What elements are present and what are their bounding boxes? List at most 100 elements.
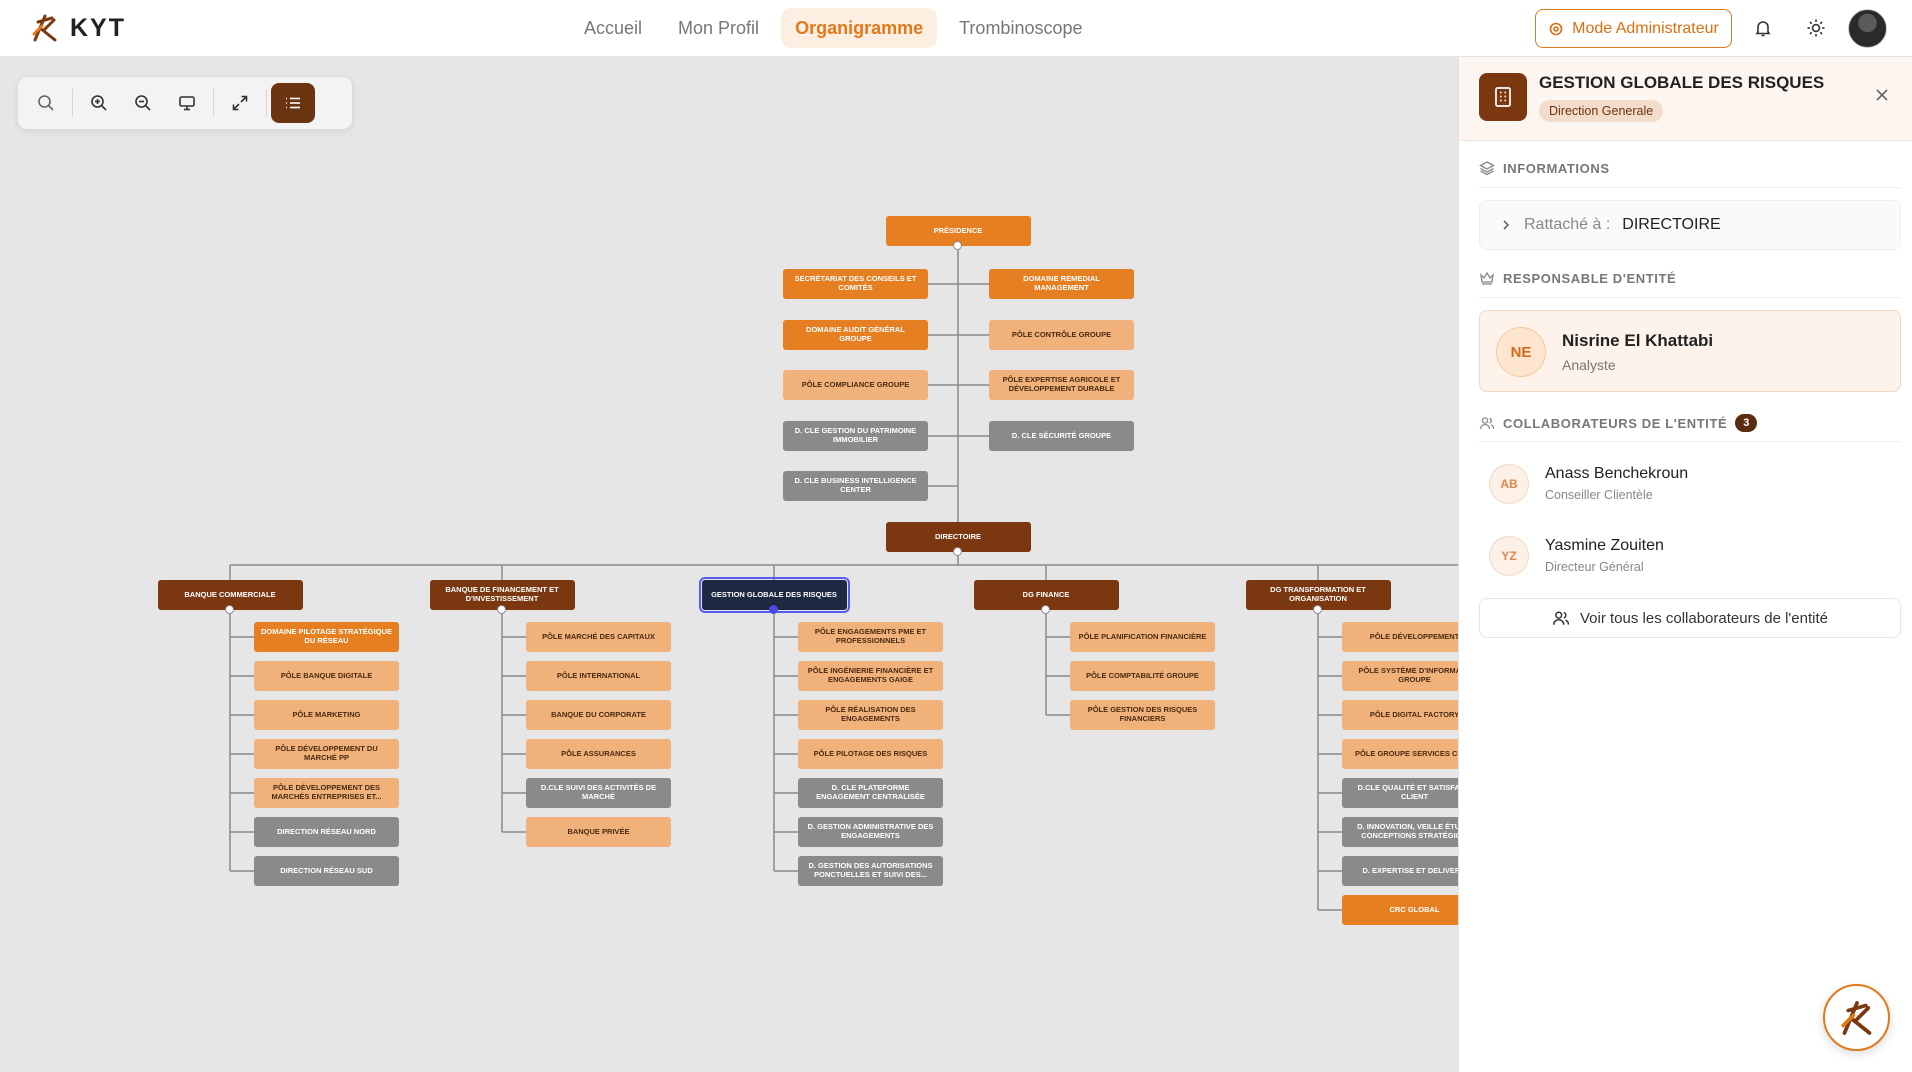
- org-node[interactable]: Pôle International: [526, 661, 671, 691]
- list-view-button[interactable]: [271, 83, 315, 123]
- org-node[interactable]: CRC Global: [1342, 895, 1458, 925]
- collaborator-name: Yasmine Zouiten: [1545, 537, 1664, 554]
- zoom-in-button[interactable]: [77, 83, 121, 123]
- tab-accueil[interactable]: Accueil: [570, 8, 656, 48]
- assistant-fab-button[interactable]: [1823, 984, 1890, 1051]
- crown-icon: [1480, 271, 1494, 285]
- collaborator-item[interactable]: AB Anass Benchekroun Conseiller Clientèl…: [1479, 454, 1901, 514]
- section-divider: [1479, 187, 1901, 188]
- section-collaborateurs: COLLABORATEURS DE L'ENTITÉ 3: [1479, 414, 1758, 432]
- collaborator-role: Directeur Général: [1545, 560, 1644, 574]
- expand-toggle[interactable]: [769, 605, 778, 614]
- users-icon: [1479, 417, 1495, 430]
- org-node[interactable]: Pôle Système d'Informat... Groupe: [1342, 661, 1458, 691]
- section-informations: INFORMATIONS: [1479, 160, 1610, 176]
- org-node[interactable]: D. CLE Sécurité Groupe: [989, 421, 1134, 451]
- manager-avatar: NE: [1496, 327, 1546, 377]
- org-node[interactable]: Pôle Assurances: [526, 739, 671, 769]
- org-node[interactable]: Pôle Gestion des Risques Financiers: [1070, 700, 1215, 730]
- expand-toggle[interactable]: [953, 241, 962, 250]
- tab-organigramme[interactable]: Organigramme: [781, 8, 938, 48]
- org-node[interactable]: Pôle Banque Digitale: [254, 661, 399, 691]
- panel-header: GESTION GLOBALE DES RISQUES Direction Ge…: [1459, 57, 1912, 141]
- zoom-out-button[interactable]: [121, 83, 165, 123]
- org-node[interactable]: Banque Privée: [526, 817, 671, 847]
- close-icon[interactable]: [1872, 85, 1892, 105]
- org-chart-canvas[interactable]: Présidence Secrétariat des Conseils et Co…: [0, 57, 1458, 1072]
- org-node[interactable]: D.CLE Suivi des Activités de Marché: [526, 778, 671, 808]
- org-node[interactable]: D. Gestion des Autorisations Ponctuelles…: [798, 856, 943, 886]
- search-button[interactable]: [24, 83, 68, 123]
- expand-toggle[interactable]: [953, 547, 962, 556]
- parent-entity-row[interactable]: Rattaché à : DIRECTOIRE: [1479, 200, 1901, 250]
- fit-screen-button[interactable]: [165, 83, 209, 123]
- admin-mode-button[interactable]: Mode Administrateur: [1535, 9, 1732, 48]
- collaborator-item[interactable]: YZ Yasmine Zouiten Directeur Général: [1479, 526, 1901, 586]
- org-node[interactable]: Domaine Remedial Management: [989, 269, 1134, 299]
- toolbar-divider: [72, 89, 73, 117]
- expand-toggle[interactable]: [1041, 605, 1050, 614]
- entity-type-badge: Direction Generale: [1539, 100, 1664, 122]
- org-node[interactable]: Pôle Engagements PME et Professionnels: [798, 622, 943, 652]
- org-node[interactable]: D. Innovation, Veille Étud... Conception…: [1342, 817, 1458, 847]
- manager-name: Nisrine El Khattabi: [1562, 331, 1714, 350]
- admin-mode-label: Mode Administrateur: [1572, 19, 1719, 37]
- org-node[interactable]: Pôle Groupe Services Cen...: [1342, 739, 1458, 769]
- building-icon: [1479, 73, 1527, 121]
- org-node[interactable]: Direction Réseau Nord: [254, 817, 399, 847]
- expand-toggle[interactable]: [1313, 605, 1322, 614]
- toolbar-divider: [213, 89, 214, 117]
- monitor-icon: [179, 96, 195, 111]
- org-node[interactable]: Pôle Marketing: [254, 700, 399, 730]
- chevron-right-icon: [1503, 220, 1510, 230]
- expand-toggle[interactable]: [225, 605, 234, 614]
- parent-entity-value: DIRECTOIRE: [1622, 216, 1721, 233]
- manager-card[interactable]: NE Nisrine El Khattabi Analyste: [1479, 310, 1901, 392]
- entity-detail-panel: GESTION GLOBALE DES RISQUES Direction Ge…: [1458, 57, 1912, 1072]
- org-node[interactable]: D. CLE Business Intelligence Center: [783, 471, 928, 501]
- org-node[interactable]: D.CLE Qualité et Satisfac... Client: [1342, 778, 1458, 808]
- fullscreen-button[interactable]: [218, 83, 262, 123]
- org-node[interactable]: Pôle Développement du Marché PP: [254, 739, 399, 769]
- collaborator-name: Anass Benchekroun: [1545, 465, 1689, 482]
- see-all-collaborators-button[interactable]: Voir tous les collaborateurs de l'entité: [1479, 598, 1901, 638]
- tab-trombinoscope[interactable]: Trombinoscope: [945, 8, 1096, 48]
- org-node[interactable]: Secrétariat des Conseils et Comités: [783, 269, 928, 299]
- tab-mon-profil[interactable]: Mon Profil: [664, 8, 773, 48]
- users-icon: [1552, 611, 1570, 625]
- main-nav: Accueil Mon Profil Organigramme Trombino…: [570, 8, 1097, 48]
- org-node[interactable]: Pôle Expertise Agricole et Développement…: [989, 370, 1134, 400]
- section-responsable: RESPONSABLE D'ENTITÉ: [1479, 270, 1676, 286]
- org-node[interactable]: Pôle Compliance Groupe: [783, 370, 928, 400]
- org-node[interactable]: Pôle Digital Factory: [1342, 700, 1458, 730]
- org-node[interactable]: Pôle Développement: [1342, 622, 1458, 652]
- org-node[interactable]: Pôle Développement des Marchés Entrepris…: [254, 778, 399, 808]
- section-responsable-label: RESPONSABLE D'ENTITÉ: [1503, 270, 1677, 286]
- org-node[interactable]: D. Gestion Administrative des Engagement…: [798, 817, 943, 847]
- org-node[interactable]: D. Expertise et Deliver...: [1342, 856, 1458, 886]
- org-node[interactable]: Pôle Planification Financière: [1070, 622, 1215, 652]
- app-logo[interactable]: KYT: [30, 12, 126, 44]
- org-node[interactable]: Pôle Comptabilité Groupe: [1070, 661, 1215, 691]
- user-avatar[interactable]: [1848, 9, 1887, 48]
- search-icon: [38, 95, 54, 111]
- section-collaborateurs-label: COLLABORATEURS DE L'ENTITÉ: [1503, 415, 1728, 431]
- org-node[interactable]: Pôle Ingénierie Financière et Engagement…: [798, 661, 943, 691]
- org-node[interactable]: D. CLE Gestion du Patrimoine Immobilier: [783, 421, 928, 451]
- org-node[interactable]: Pôle Pilotage des Risques: [798, 739, 943, 769]
- org-node[interactable]: Pôle Réalisation des Engagements: [798, 700, 943, 730]
- section-divider: [1479, 441, 1901, 442]
- org-node[interactable]: Direction Réseau Sud: [254, 856, 399, 886]
- collaborator-avatar: AB: [1489, 464, 1529, 504]
- org-node[interactable]: D. CLE Plateforme Engagement Centralisée: [798, 778, 943, 808]
- expand-toggle[interactable]: [497, 605, 506, 614]
- org-node[interactable]: Pôle Marché des Capitaux: [526, 622, 671, 652]
- org-node[interactable]: Banque du Corporate: [526, 700, 671, 730]
- org-node[interactable]: Domaine Audit Général Groupe: [783, 320, 928, 350]
- sun-icon[interactable]: [1804, 16, 1828, 40]
- org-node[interactable]: Domaine Pilotage Stratégique du Réseau: [254, 622, 399, 652]
- org-node[interactable]: Pôle Contrôle Groupe: [989, 320, 1134, 350]
- app-name: KYT: [70, 13, 126, 42]
- collaborator-role: Conseiller Clientèle: [1545, 488, 1653, 502]
- bell-icon[interactable]: [1751, 16, 1775, 40]
